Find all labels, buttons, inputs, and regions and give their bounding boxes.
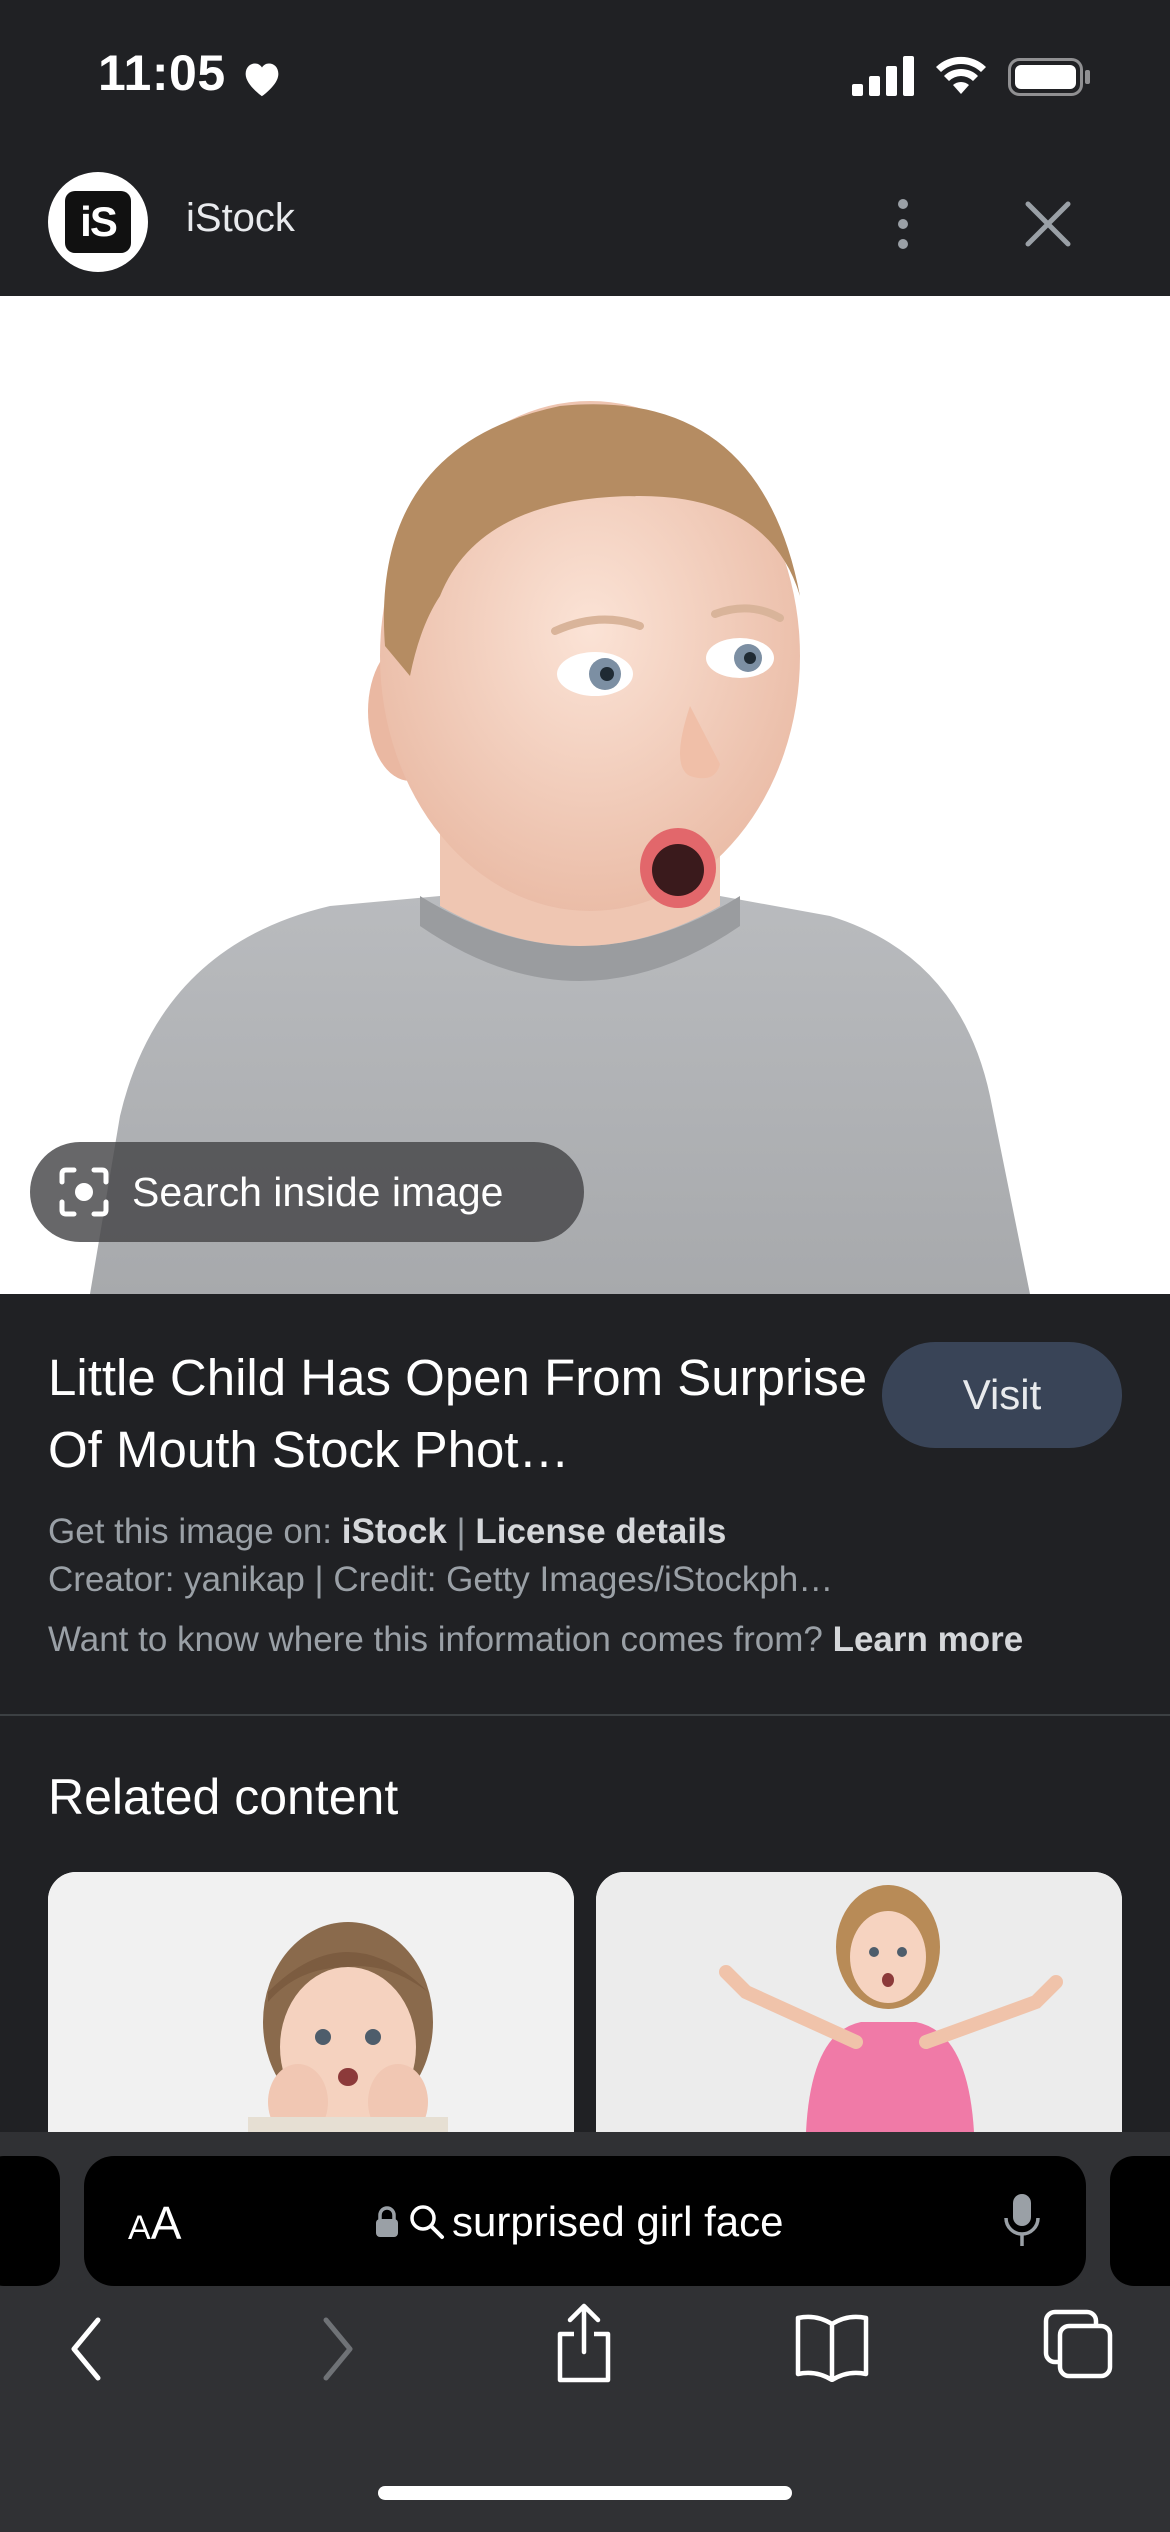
result-title[interactable]: Little Child Has Open From Surprise Of M… (48, 1342, 868, 1486)
lens-icon (59, 1167, 109, 1217)
address-bar[interactable]: AA surprised girl face (84, 2156, 1086, 2286)
related-thumbnail (48, 1872, 574, 2132)
forward-icon[interactable] (318, 2314, 358, 2384)
divider (0, 1714, 1170, 1716)
result-info: Little Child Has Open From Surprise Of M… (0, 1294, 1170, 1714)
viewer-header: iS iStock (0, 150, 1170, 296)
license-details-link[interactable]: License details (475, 1512, 726, 1551)
learn-more-link[interactable]: Learn more (833, 1620, 1024, 1659)
next-tab-preview[interactable] (1110, 2156, 1170, 2286)
source-link[interactable]: iStock (342, 1512, 447, 1551)
wifi-icon (936, 56, 986, 94)
istock-logo-icon: iS (65, 191, 131, 253)
reader-settings-button[interactable]: AA (128, 2196, 181, 2250)
cellular-signal-icon (852, 56, 914, 96)
status-time: 11:05 (98, 45, 226, 101)
creator-line: Creator: yanikap | Credit: Getty Images/… (48, 1560, 834, 1599)
search-inside-label: Search inside image (132, 1168, 504, 1215)
home-indicator[interactable] (378, 2486, 792, 2500)
address-text: surprised girl face (452, 2198, 784, 2245)
main-image[interactable]: Search inside image (0, 296, 1170, 1294)
site-logo[interactable]: iS (48, 172, 148, 272)
related-card[interactable] (596, 1872, 1122, 2132)
lock-icon (376, 2206, 398, 2237)
related-card[interactable] (48, 1872, 574, 2132)
related-thumbnail (596, 1872, 1122, 2132)
battery-icon (1008, 58, 1090, 96)
nav-row (0, 2303, 1170, 2414)
search-inside-image-button[interactable]: Search inside image (30, 1142, 584, 1242)
bookmarks-icon[interactable] (794, 2310, 870, 2382)
browser-toolbar: AA surprised girl face (0, 2132, 1170, 2532)
tabs-icon[interactable] (1042, 2308, 1114, 2380)
get-image-line: Get this image on: iStock | License deta… (48, 1512, 727, 1551)
search-icon (410, 2205, 444, 2239)
heart-icon (245, 63, 279, 97)
share-icon[interactable] (552, 2300, 616, 2384)
more-vert-icon[interactable] (878, 194, 928, 254)
close-icon[interactable] (1018, 194, 1078, 254)
visit-button[interactable]: Visit (882, 1342, 1122, 1448)
related-heading: Related content (48, 1769, 399, 1825)
back-icon[interactable] (66, 2314, 106, 2384)
microphone-icon[interactable] (1002, 2192, 1042, 2250)
info-source-line: Want to know where this information come… (48, 1620, 1024, 1659)
site-name[interactable]: iStock (186, 196, 295, 241)
status-bar: 11:05 (0, 0, 1170, 150)
previous-tab-preview[interactable] (0, 2156, 60, 2286)
address-field[interactable]: surprised girl face (374, 2192, 783, 2252)
